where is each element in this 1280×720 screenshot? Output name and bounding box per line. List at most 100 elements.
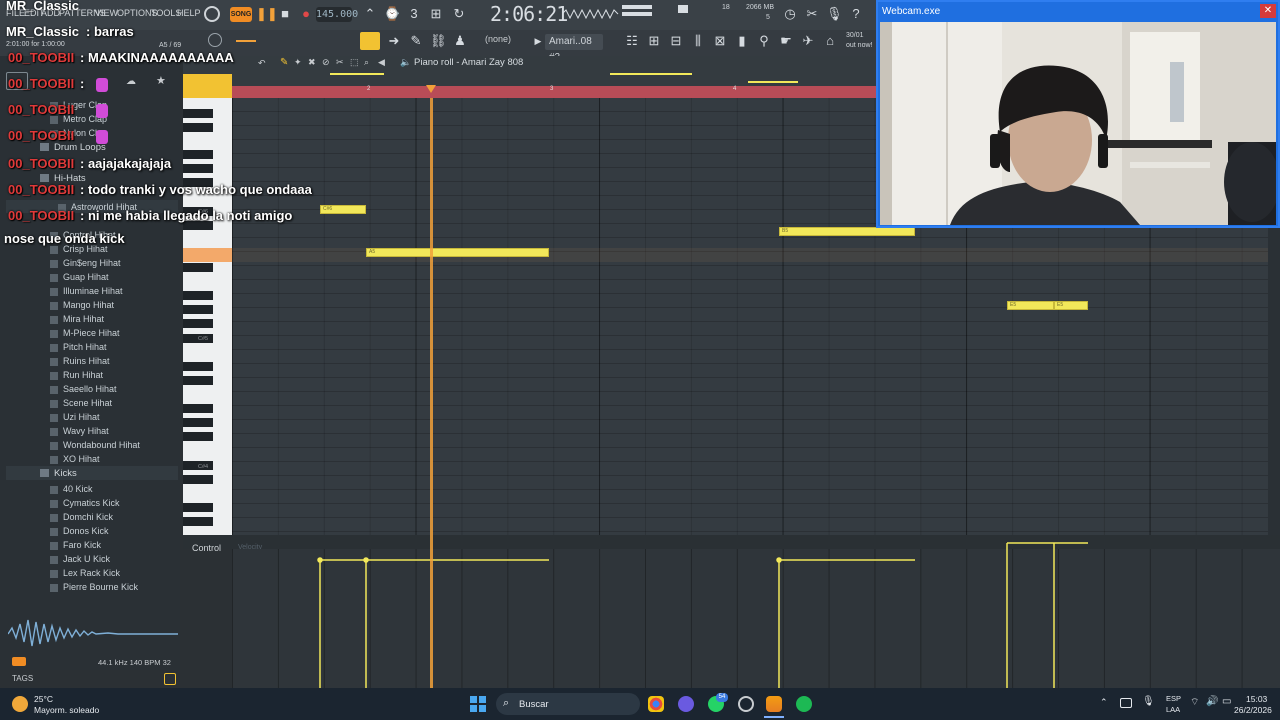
black-key[interactable] (183, 418, 213, 427)
black-key[interactable] (183, 305, 213, 314)
browser-item-hihat[interactable]: Illuminae Hihat (50, 286, 123, 296)
microphone-icon[interactable]: 🎙 (826, 6, 843, 22)
playlist-icon[interactable]: ☷ (624, 33, 640, 49)
clock-time[interactable]: 15:03 (1246, 694, 1267, 704)
clock-date[interactable]: 26/2/2026 (1234, 705, 1272, 715)
shop-icon[interactable]: ⌂ (822, 33, 838, 49)
help-icon[interactable]: ? (848, 6, 864, 22)
pause-icon[interactable]: ❚❚ (256, 6, 278, 22)
browser-item-kick[interactable]: Cymatics Kick (50, 498, 120, 508)
chrome-icon[interactable] (648, 696, 664, 712)
note[interactable]: A5 (366, 248, 549, 257)
browser-item-kick[interactable]: Donos Kick (50, 526, 109, 536)
arrow-right-icon[interactable]: ➜ (386, 33, 402, 49)
project-icon[interactable]: ▮ (734, 33, 750, 49)
stop-icon[interactable]: ■ (277, 6, 293, 22)
browser-item-kick[interactable]: Pierre Bourne Kick (50, 582, 138, 592)
playback-tool-icon[interactable]: ◀ (378, 57, 385, 68)
blend-notes-icon[interactable]: ⊞ (428, 6, 444, 22)
browser-item-kick[interactable]: 40 Kick (50, 484, 93, 494)
search-icon[interactable] (164, 673, 176, 685)
zoom-tool-icon[interactable]: ⌕ (364, 57, 369, 68)
snap-selector[interactable]: (none) (485, 34, 511, 44)
channel-rack-icon[interactable]: ⊞ (646, 33, 662, 49)
browser-item-kick[interactable]: Lex Rack Kick (50, 568, 120, 578)
browser-item-hihat[interactable]: Gin$eng Hihat (50, 258, 121, 268)
black-key[interactable] (183, 109, 213, 118)
touch-icon[interactable]: ☛ (778, 33, 794, 49)
discord-icon[interactable] (678, 696, 694, 712)
browser-item-hihat[interactable]: M-Piece Hihat (50, 328, 120, 338)
piano-roll-mode-button[interactable] (360, 32, 380, 50)
step-edit-icon[interactable]: 3 (406, 6, 422, 22)
pencil-icon[interactable]: ✎ (408, 33, 424, 49)
playhead-marker[interactable] (426, 85, 436, 93)
spotify-icon[interactable] (796, 696, 812, 712)
browser-item-kick[interactable]: Domchi Kick (50, 512, 113, 522)
folder-kicks[interactable]: Kicks (40, 468, 77, 479)
control-lane-label[interactable]: Control (192, 543, 221, 553)
timeline-ruler[interactable] (232, 86, 876, 98)
windows-start-icon[interactable] (470, 696, 486, 712)
browser-item-hihat[interactable]: XO Hihat (50, 454, 100, 464)
typing-keyboard-icon[interactable]: ⌃ (362, 6, 378, 22)
browser-item-kick[interactable]: Jack U Kick (50, 554, 110, 564)
black-key[interactable] (183, 362, 213, 371)
black-key[interactable] (183, 376, 213, 385)
browser-item-hihat[interactable]: Scene Hihat (50, 398, 112, 408)
paint-tool-icon[interactable]: ✦ (294, 57, 302, 68)
note[interactable]: B5 (779, 227, 915, 236)
browser-item-hihat[interactable]: Guap Hihat (50, 272, 109, 282)
draw-tool-icon[interactable]: ✎ (280, 57, 288, 68)
browser-item-hihat[interactable]: Mira Hihat (50, 314, 104, 324)
black-key[interactable] (183, 291, 213, 300)
mic-tray-icon[interactable]: 🎙 (1142, 696, 1155, 707)
browser-item-hihat[interactable]: Run Hihat (50, 370, 103, 380)
black-key[interactable] (183, 432, 213, 441)
browser-item-hihat[interactable]: Mango Hihat (50, 300, 114, 310)
black-key[interactable] (183, 517, 213, 526)
wifi-icon[interactable]: ⌔ (1190, 696, 1199, 709)
play-preview-icon[interactable] (12, 657, 26, 666)
browser-item-hihat[interactable]: Wondabound Hihat (50, 440, 140, 450)
black-key[interactable] (183, 475, 213, 484)
tempo-display[interactable]: 145.000 (316, 7, 358, 22)
black-key[interactable] (183, 123, 213, 132)
speaker-icon[interactable]: 🔈 (400, 57, 411, 68)
mixer-icon[interactable]: ⫼ (690, 33, 706, 49)
obs-icon[interactable] (738, 696, 754, 712)
volume-icon[interactable]: 🔊 (1206, 696, 1218, 707)
browser-item-hihat[interactable]: Uzi Hihat (50, 412, 100, 422)
tray-app-icon[interactable] (1120, 698, 1132, 708)
browser-item-hihat[interactable]: Ruins Hihat (50, 356, 110, 366)
black-key[interactable] (183, 404, 213, 413)
fl-studio-icon[interactable] (766, 696, 782, 712)
undo-icon[interactable]: ↶ (258, 58, 266, 69)
black-key[interactable] (183, 150, 213, 159)
close-icon[interactable]: ✕ (1260, 4, 1276, 18)
browser-item-hihat[interactable]: Wavy Hihat (50, 426, 109, 436)
metronome-icon[interactable] (204, 6, 220, 22)
black-key[interactable] (183, 319, 213, 328)
master-volume-knob[interactable] (208, 33, 222, 47)
battery-icon[interactable]: ▭ (1222, 696, 1231, 707)
cloud-icon[interactable]: ☁ (126, 76, 136, 87)
plugin-picker-icon[interactable]: ⚲ (756, 33, 772, 49)
menu-help[interactable]: HELP (177, 8, 201, 18)
weather-icon[interactable] (12, 696, 28, 712)
language-indicator[interactable]: ESP (1166, 694, 1181, 703)
note[interactable]: E5 (1054, 301, 1088, 310)
black-key[interactable] (183, 503, 213, 512)
stamp-icon[interactable]: ♟ (452, 33, 468, 49)
delete-tool-icon[interactable]: ✖ (308, 57, 316, 68)
star-icon[interactable]: ★ (156, 74, 166, 87)
select-tool-icon[interactable]: ⬚ (350, 57, 359, 68)
browser-item-hihat[interactable]: Saeello Hihat (50, 384, 117, 394)
browser-item-kick[interactable]: Faro Kick (50, 540, 101, 550)
menu-view[interactable]: VIEW (95, 8, 118, 18)
language-indicator-2[interactable]: LAA (1166, 705, 1180, 714)
plugin-icon[interactable]: ✂ (804, 6, 820, 22)
record-icon[interactable]: ● (298, 6, 314, 22)
loop-record-icon[interactable]: ↻ (451, 6, 467, 22)
folder-drum-loops[interactable]: Drum Loops (40, 142, 106, 153)
